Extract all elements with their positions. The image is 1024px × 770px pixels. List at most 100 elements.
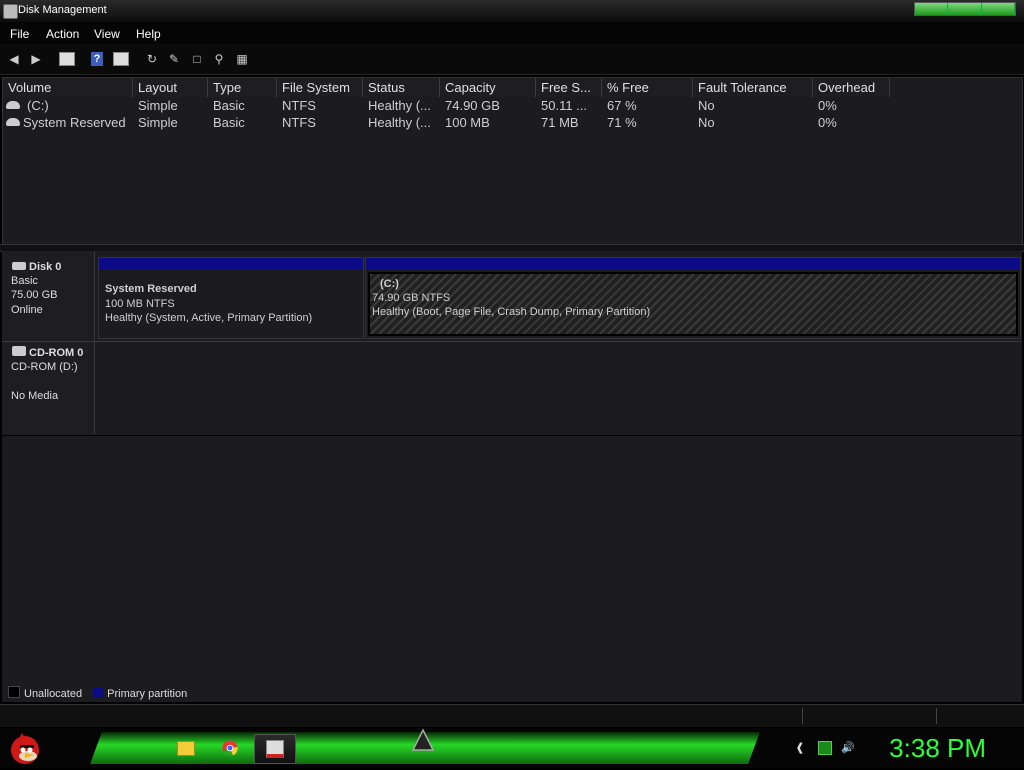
- partition-size: 74.90 GB NTFS: [372, 292, 451, 304]
- cdrom0-name: CD-ROM 0: [29, 347, 84, 359]
- cell-file-system: NTFS: [282, 98, 316, 113]
- volume-row-system-reserved[interactable]: System Reserved Simple Basic NTFS Health…: [3, 115, 1022, 132]
- legend-primary-partition: Primary partition: [107, 688, 188, 700]
- search-icon[interactable]: ⚲: [211, 52, 227, 66]
- legend: Unallocated Primary partition: [8, 686, 195, 700]
- cell-overhead: 0%: [818, 115, 837, 130]
- unallocated-swatch: [8, 686, 20, 698]
- cell-layout: Simple: [138, 115, 178, 130]
- cell-overhead: 0%: [818, 98, 837, 113]
- col-volume[interactable]: Volume: [3, 78, 133, 97]
- partition-status: Healthy (Boot, Page File, Crash Dump, Pr…: [372, 306, 651, 318]
- menu-file[interactable]: File: [10, 27, 29, 41]
- minimize-button[interactable]: [915, 3, 949, 15]
- disk0-info[interactable]: Disk 0 Basic 75.00 GB Online: [2, 251, 95, 342]
- cdrom-icon: [12, 346, 26, 356]
- cdrom0-media: No Media: [11, 390, 59, 402]
- angry-bird-start-icon: [11, 733, 39, 764]
- cell-status: Healthy (...: [368, 98, 431, 113]
- taskbar: ❰ 🔊 3:38 PM: [0, 728, 1024, 768]
- start-button[interactable]: [8, 731, 42, 765]
- cell-volume: System Reserved: [23, 115, 126, 130]
- col-fault-tolerance[interactable]: Fault Tolerance: [693, 78, 813, 97]
- cell-fault-tolerance: No: [698, 115, 715, 130]
- drive-icon: [6, 118, 20, 126]
- cell-capacity: 100 MB: [445, 115, 490, 130]
- cell-layout: Simple: [138, 98, 178, 113]
- cell-volume: (C:): [27, 98, 49, 113]
- disk-management-icon: [266, 740, 284, 758]
- cdrom0-drive: CD-ROM (D:): [11, 361, 78, 373]
- network-icon[interactable]: [818, 741, 832, 755]
- disk0-size: 75.00 GB: [11, 289, 58, 301]
- taskbar-chrome[interactable]: [210, 734, 250, 762]
- disk-view: Disk 0 Basic 75.00 GB Online System Rese…: [2, 251, 1022, 437]
- window-title: Disk Management: [18, 4, 107, 16]
- disk-management-icon: [3, 4, 18, 19]
- cdrom0-row: CD-ROM 0 CD-ROM (D:) No Media: [2, 341, 1022, 437]
- cell-percent-free: 71 %: [607, 115, 637, 130]
- refresh-icon[interactable]: ↻: [144, 52, 160, 66]
- volume-icon[interactable]: 🔊: [841, 741, 855, 754]
- cell-type: Basic: [213, 98, 245, 113]
- maximize-button[interactable]: [948, 3, 982, 15]
- forward-arrow-icon[interactable]: ▶: [28, 52, 44, 66]
- col-layout[interactable]: Layout: [133, 78, 208, 97]
- partition-name: (C:): [380, 278, 399, 290]
- col-status[interactable]: Status: [363, 78, 440, 97]
- col-overhead[interactable]: Overhead: [813, 78, 890, 97]
- tray-up-arrow-icon[interactable]: ❰: [794, 741, 806, 754]
- chrome-icon: [222, 740, 238, 756]
- volume-row-c[interactable]: (C:) Simple Basic NTFS Healthy (... 74.9…: [3, 98, 1022, 115]
- volume-list: Volume Layout Type File System Status Ca…: [2, 77, 1023, 245]
- cell-percent-free: 67 %: [607, 98, 637, 113]
- disk0-name: Disk 0: [29, 261, 62, 273]
- menu-view[interactable]: View: [94, 27, 120, 41]
- open-folder-icon[interactable]: □: [189, 52, 205, 66]
- col-percent-free[interactable]: % Free: [602, 78, 693, 97]
- disk0-type: Basic: [11, 275, 38, 287]
- status-bar: [0, 704, 1024, 727]
- toolbar: ◀ ▶ ? ↻ ✎ □ ⚲ ▦: [0, 44, 1024, 75]
- hard-disk-icon: [12, 262, 26, 270]
- col-capacity[interactable]: Capacity: [440, 78, 536, 97]
- window-controls: [914, 2, 1016, 16]
- primary-partition-bar: [366, 258, 1020, 270]
- partition-c[interactable]: (C:) 74.90 GB NTFS Healthy (Boot, Page F…: [365, 257, 1021, 339]
- help-icon[interactable]: ?: [91, 52, 103, 66]
- cell-type: Basic: [213, 115, 245, 130]
- volume-list-header: Volume Layout Type File System Status Ca…: [3, 78, 1022, 97]
- cell-fault-tolerance: No: [698, 98, 715, 113]
- col-type[interactable]: Type: [208, 78, 277, 97]
- partition-name: System Reserved: [105, 283, 197, 295]
- primary-partition-swatch: [93, 688, 104, 698]
- show-desktop-icon[interactable]: [411, 728, 435, 752]
- cell-file-system: NTFS: [282, 115, 316, 130]
- primary-partition-bar: [99, 258, 363, 270]
- folder-icon: [177, 740, 195, 756]
- close-button[interactable]: [981, 3, 1015, 15]
- taskbar-explorer[interactable]: [166, 734, 206, 762]
- menu-bar: File Action View Help: [0, 22, 1024, 44]
- cdrom0-info[interactable]: CD-ROM 0 CD-ROM (D:) No Media: [2, 342, 95, 434]
- legend-unallocated: Unallocated: [24, 688, 83, 700]
- back-arrow-icon[interactable]: ◀: [6, 52, 22, 66]
- menu-help[interactable]: Help: [136, 27, 161, 41]
- cell-capacity: 74.90 GB: [445, 98, 500, 113]
- show-hide-console-tree-icon[interactable]: [59, 52, 75, 66]
- col-free-space[interactable]: Free S...: [536, 78, 602, 97]
- rescan-disks-icon[interactable]: ✎: [166, 52, 182, 66]
- taskbar-disk-management[interactable]: [254, 734, 296, 764]
- disk0-state: Online: [11, 304, 43, 316]
- properties-grid-icon[interactable]: ▦: [234, 52, 250, 66]
- cell-free-space: 50.11 ...: [541, 98, 588, 113]
- disk-view-empty-area: [2, 436, 1022, 702]
- drive-icon: [6, 101, 20, 109]
- cell-status: Healthy (...: [368, 115, 431, 130]
- partition-system-reserved[interactable]: System Reserved 100 MB NTFS Healthy (Sys…: [98, 257, 364, 339]
- taskbar-clock[interactable]: 3:38 PM: [889, 733, 986, 764]
- col-file-system[interactable]: File System: [277, 78, 363, 97]
- partition-size: 100 MB NTFS: [105, 298, 175, 310]
- menu-action[interactable]: Action: [46, 27, 79, 41]
- properties-icon[interactable]: [113, 52, 129, 66]
